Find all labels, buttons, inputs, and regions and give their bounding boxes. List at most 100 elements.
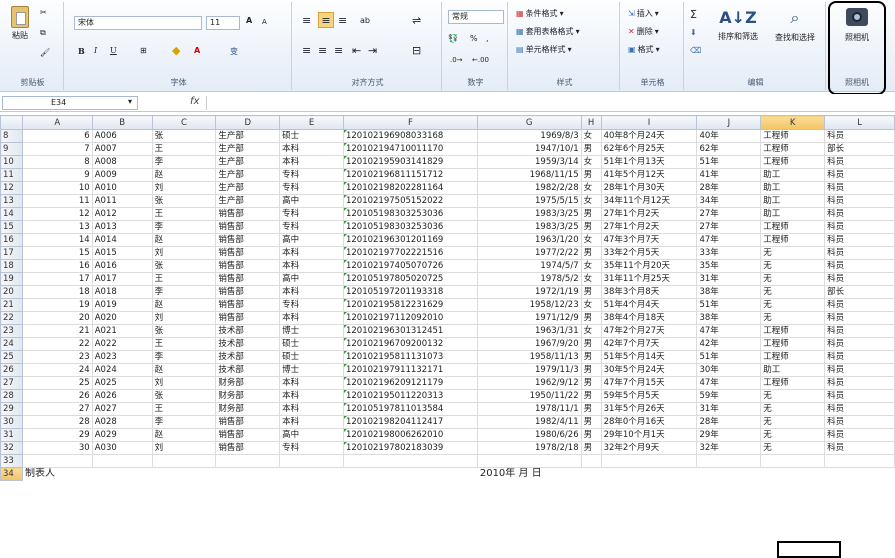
table-cell[interactable]: 120105198303253036 (342, 220, 478, 234)
table-cell[interactable]: 120105198303253036 (342, 207, 478, 221)
table-cell[interactable]: 销售部 (215, 311, 281, 325)
table-cell[interactable]: 销售部 (215, 220, 281, 234)
table-cell[interactable]: 无 (760, 441, 826, 455)
table-cell[interactable]: 财务部 (215, 376, 281, 390)
table-cell[interactable] (215, 454, 281, 468)
table-cell[interactable]: 1968/11/15 (476, 168, 582, 182)
table-cell[interactable]: 科员 (824, 376, 895, 390)
table-cell[interactable]: 32年 (696, 441, 762, 455)
table-cell[interactable]: 1950/11/22 (476, 389, 582, 403)
table-cell[interactable]: 无 (760, 415, 826, 429)
table-cell[interactable]: 助工 (760, 168, 826, 182)
table-cell[interactable]: 高中 (279, 194, 344, 208)
table-cell[interactable]: 无 (760, 428, 826, 442)
row-header[interactable]: 33 (0, 454, 23, 468)
table-cell[interactable]: 李 (151, 155, 217, 169)
table-cell[interactable]: 赵 (151, 233, 217, 247)
table-cell[interactable] (580, 454, 602, 468)
table-cell[interactable]: 张 (151, 129, 217, 143)
table-cell[interactable]: 科员 (824, 441, 895, 455)
table-cell[interactable]: A030 (91, 441, 153, 455)
table-cell[interactable]: A026 (91, 389, 153, 403)
row-header[interactable]: 9 (0, 142, 23, 156)
table-cell[interactable]: 男 (580, 311, 602, 325)
table-cell[interactable]: 20 (21, 311, 93, 325)
table-cell[interactable]: 28年 (696, 415, 762, 429)
table-cell[interactable]: 27年1个月2天 (600, 207, 698, 221)
table-cell[interactable]: 本科 (279, 389, 344, 403)
table-cell[interactable]: 1969/8/3 (476, 129, 582, 143)
font-size-select[interactable]: 11 (206, 16, 240, 30)
table-cell[interactable]: 17 (21, 272, 93, 286)
table-cell[interactable]: 生产部 (215, 155, 281, 169)
table-cell[interactable]: 男 (580, 168, 602, 182)
table-cell[interactable]: 男 (580, 142, 602, 156)
table-cell[interactable]: 8 (21, 155, 93, 169)
table-cell[interactable]: 1958/12/23 (476, 298, 582, 312)
table-cell[interactable]: 王 (151, 402, 217, 416)
table-cell[interactable]: 27年 (696, 220, 762, 234)
row-header[interactable]: 26 (0, 363, 23, 377)
blank-cell[interactable] (216, 468, 478, 481)
table-cell[interactable]: 工程师 (760, 220, 826, 234)
table-cell[interactable]: 销售部 (215, 298, 281, 312)
table-cell[interactable]: 销售部 (215, 259, 281, 273)
table-cell[interactable]: 120102197405070726 (342, 259, 478, 273)
column-header[interactable]: B (91, 115, 153, 130)
table-cell[interactable]: 26 (21, 389, 93, 403)
table-cell[interactable]: 1962/9/12 (476, 376, 582, 390)
table-cell[interactable]: 27年1个月2天 (600, 220, 698, 234)
currency-icon[interactable]: 💱 (448, 34, 458, 43)
table-cell[interactable]: 62年 (696, 142, 762, 156)
table-cell[interactable]: 120102197702221516 (342, 246, 478, 260)
table-cell[interactable] (824, 454, 895, 468)
table-cell[interactable]: 1963/1/31 (476, 324, 582, 338)
table-cell[interactable]: A023 (91, 350, 153, 364)
table-cell[interactable]: 李 (151, 350, 217, 364)
table-cell[interactable]: A029 (91, 428, 153, 442)
table-cell[interactable]: 专科 (279, 181, 344, 195)
table-cell[interactable]: 助工 (760, 207, 826, 221)
table-cell[interactable]: 31年5个月26天 (600, 402, 698, 416)
table-cell[interactable] (696, 454, 762, 468)
table-cell[interactable]: 王 (151, 207, 217, 221)
table-cell[interactable]: 科员 (824, 233, 895, 247)
table-cell[interactable]: 120102196811151712 (342, 168, 478, 182)
table-cell[interactable]: 38年 (696, 285, 762, 299)
table-cell[interactable]: 财务部 (215, 389, 281, 403)
table-cell[interactable]: 销售部 (215, 285, 281, 299)
row-header[interactable]: 19 (0, 272, 23, 286)
table-cell[interactable]: 本科 (279, 285, 344, 299)
table-cell[interactable]: 科员 (824, 324, 895, 338)
table-cell[interactable]: 博士 (279, 324, 344, 338)
table-cell[interactable]: A021 (91, 324, 153, 338)
table-cell[interactable] (21, 454, 93, 468)
table-cell[interactable]: 科员 (824, 363, 895, 377)
row-header[interactable]: 16 (0, 233, 23, 247)
table-cell[interactable]: 120105197805020725 (342, 272, 478, 286)
table-cell[interactable]: 科员 (824, 402, 895, 416)
border-icon[interactable]: ⊞ (140, 46, 147, 55)
table-cell[interactable]: 1975/5/15 (476, 194, 582, 208)
table-cell[interactable]: 技术部 (215, 350, 281, 364)
table-cell[interactable]: 张 (151, 324, 217, 338)
column-header[interactable]: K (760, 115, 826, 130)
table-cell[interactable]: 1978/5/2 (476, 272, 582, 286)
orientation-button[interactable]: ab (360, 16, 370, 25)
table-cell[interactable]: 赵 (151, 298, 217, 312)
table-cell[interactable]: 工程师 (760, 337, 826, 351)
table-cell[interactable]: 高中 (279, 428, 344, 442)
table-cell[interactable]: 生产部 (215, 181, 281, 195)
table-cell[interactable]: 无 (760, 259, 826, 273)
table-cell[interactable]: 工程师 (760, 376, 826, 390)
percent-button[interactable]: % (470, 34, 478, 43)
table-cell[interactable]: 高中 (279, 233, 344, 247)
table-cell[interactable]: 51年 (696, 350, 762, 364)
column-header[interactable]: J (696, 115, 762, 130)
table-cell[interactable]: 科员 (824, 259, 895, 273)
table-cell[interactable]: 科员 (824, 350, 895, 364)
table-cell[interactable]: 工程师 (760, 155, 826, 169)
table-cell[interactable]: 22 (21, 337, 93, 351)
table-cell[interactable]: A025 (91, 376, 153, 390)
fill-color-icon[interactable]: ◆ (172, 44, 180, 57)
